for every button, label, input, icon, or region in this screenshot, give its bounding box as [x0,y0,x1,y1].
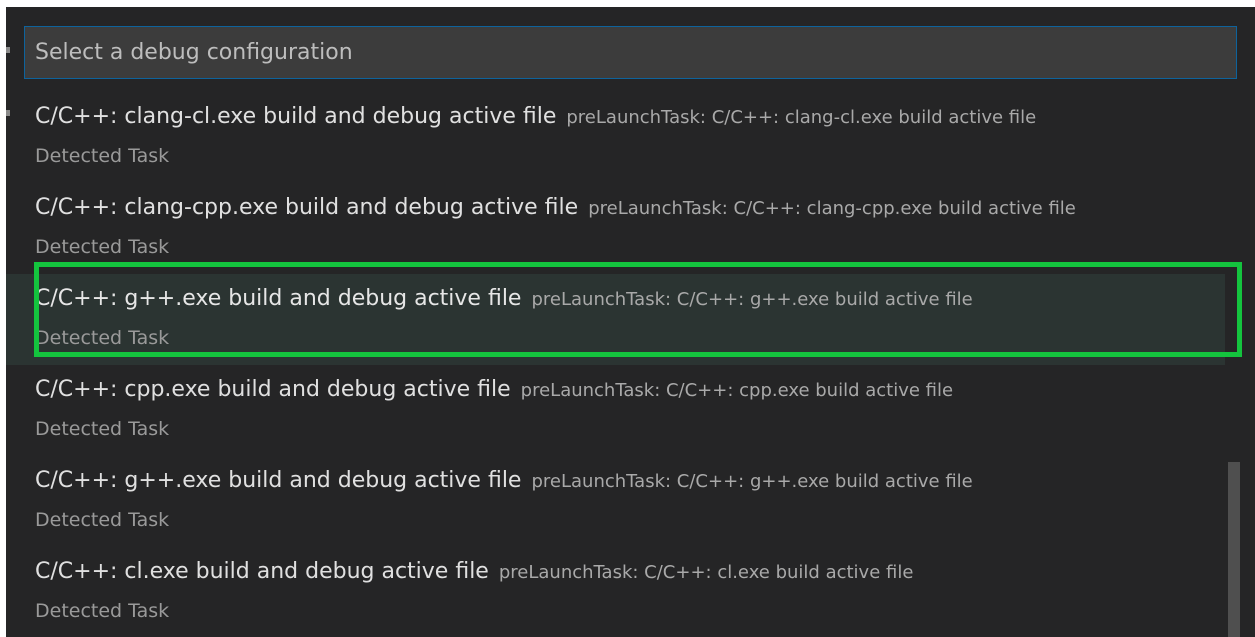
list-item[interactable]: C/C++: cl.exe build and debug active fil… [6,547,1225,637]
editor-edge-mark [6,47,10,53]
item-label: C/C++: clang-cpp.exe build and debug act… [35,195,579,220]
item-detail: Detected Task [35,145,170,167]
item-description: preLaunchTask: C/C++: g++.exe build acti… [531,289,973,310]
item-label: C/C++: g++.exe build and debug active fi… [35,286,522,311]
item-label: C/C++: cpp.exe build and debug active fi… [35,377,511,402]
debug-config-list: C/C++: clang-cl.exe build and debug acti… [6,92,1225,637]
list-item[interactable]: C/C++: clang-cl.exe build and debug acti… [6,92,1225,183]
list-item[interactable]: C/C++: g++.exe build and debug active fi… [6,456,1225,547]
item-detail: Detected Task [35,509,170,531]
scrollbar-thumb[interactable] [1228,462,1240,637]
item-detail: Detected Task [35,327,170,349]
list-item[interactable]: C/C++: cpp.exe build and debug active fi… [6,365,1225,456]
item-label: C/C++: cl.exe build and debug active fil… [35,559,489,584]
list-item-selected[interactable]: C/C++: g++.exe build and debug active fi… [6,274,1225,365]
item-description: preLaunchTask: C/C++: clang-cpp.exe buil… [588,198,1076,219]
item-description: preLaunchTask: C/C++: g++.exe build acti… [531,471,973,492]
search-box[interactable] [24,26,1237,79]
debug-config-search-input[interactable] [25,27,1236,78]
list-scrollbar[interactable] [1225,92,1255,637]
item-label: C/C++: g++.exe build and debug active fi… [35,468,522,493]
item-label: C/C++: clang-cl.exe build and debug acti… [35,104,557,129]
item-description: preLaunchTask: C/C++: cl.exe build activ… [498,562,914,583]
quick-pick-panel: C/C++: clang-cl.exe build and debug acti… [6,7,1255,637]
list-item[interactable]: C/C++: clang-cpp.exe build and debug act… [6,183,1225,274]
item-detail: Detected Task [35,236,170,258]
item-description: preLaunchTask: C/C++: clang-cl.exe build… [566,107,1037,128]
item-detail: Detected Task [35,600,170,622]
item-detail: Detected Task [35,418,170,440]
item-description: preLaunchTask: C/C++: cpp.exe build acti… [520,380,954,401]
